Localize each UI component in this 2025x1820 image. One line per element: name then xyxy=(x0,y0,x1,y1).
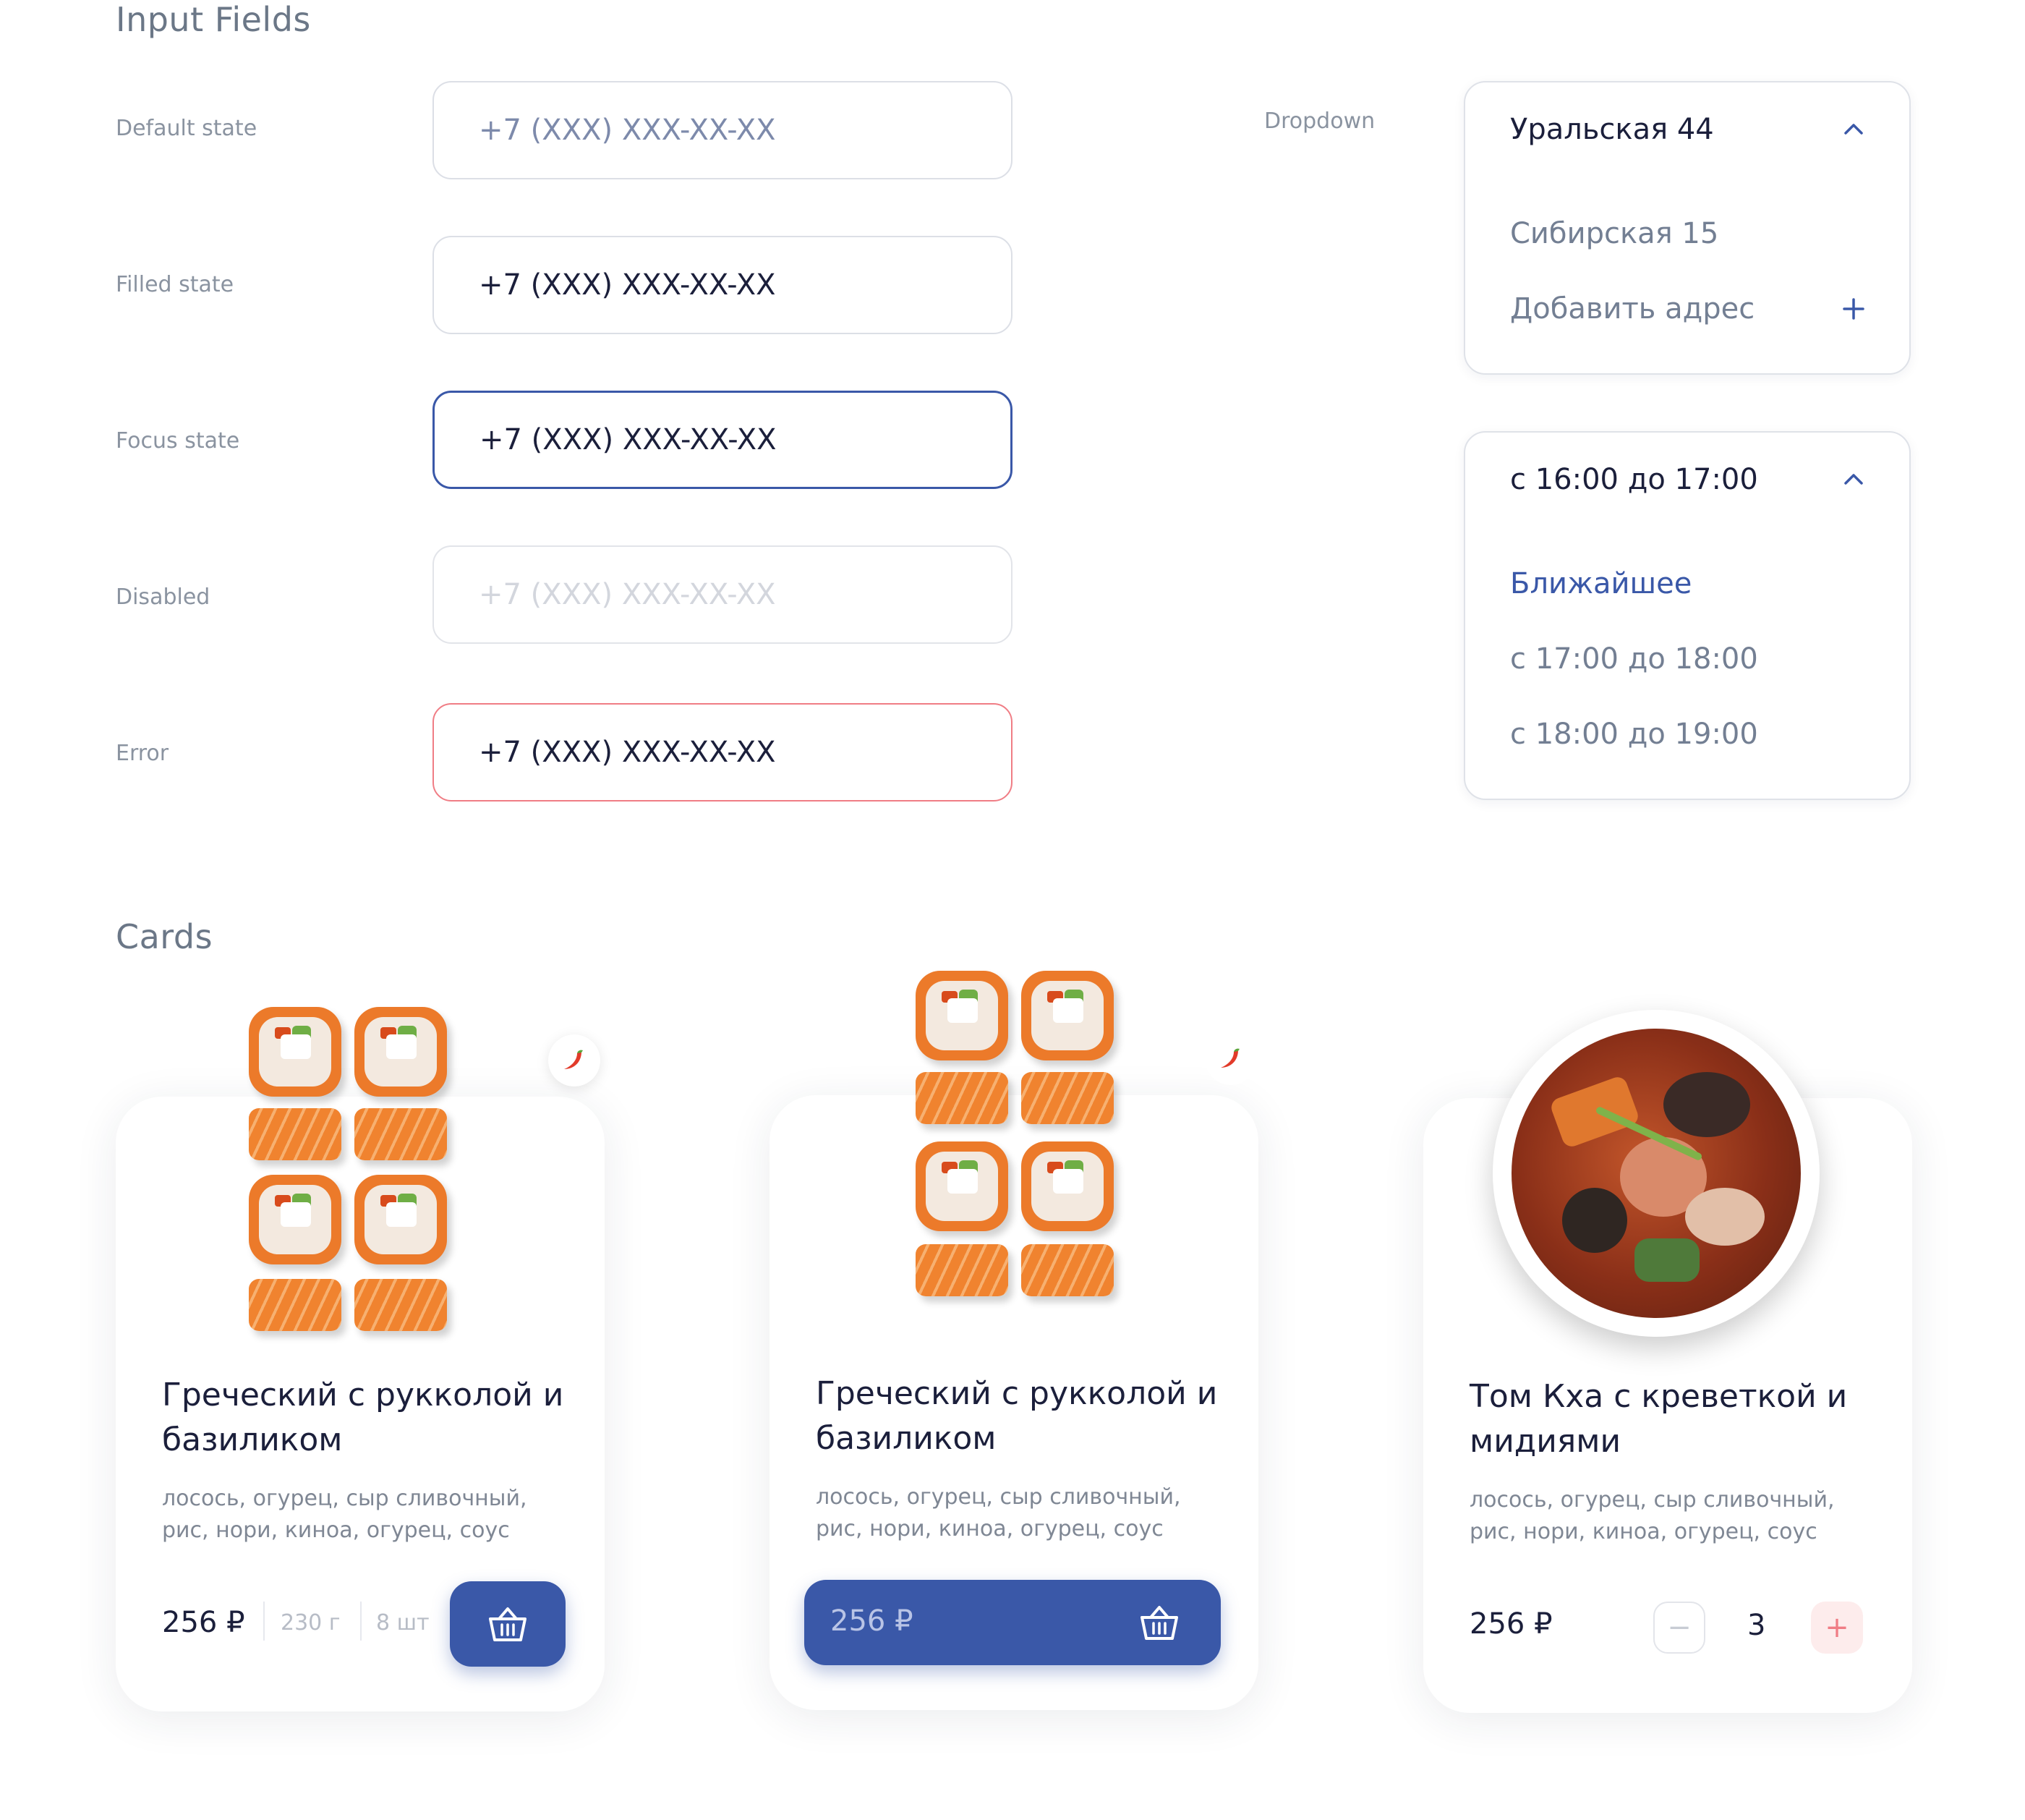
phone-input-focus[interactable]: +7 (XXX) XXX-XX-XX xyxy=(432,391,1012,489)
product-image xyxy=(913,965,1130,1312)
product-title: Греческий с рукколой и базиликом xyxy=(162,1377,564,1458)
plus-icon[interactable] xyxy=(1841,297,1866,321)
time-dropdown[interactable]: с 16:00 до 17:00 Ближайшее с 17:00 до 18… xyxy=(1464,431,1911,800)
phone-input-disabled: +7 (XXX) XXX-XX-XX xyxy=(432,545,1012,644)
increase-quantity-button[interactable]: + xyxy=(1811,1602,1863,1654)
default-state-label: Default state xyxy=(116,116,257,141)
address-dropdown[interactable]: Уральская 44 Сибирская 15 Добавить адрес xyxy=(1464,81,1911,375)
product-price: 256 ₽ xyxy=(1470,1607,1553,1641)
chili-pepper-icon xyxy=(548,1034,600,1087)
phone-input-default[interactable]: +7 (XXX) XXX-XX-XX xyxy=(432,81,1012,179)
phone-input-disabled-text: +7 (XXX) XXX-XX-XX xyxy=(479,578,776,611)
time-option-nearest[interactable]: Ближайшее xyxy=(1510,567,1692,600)
address-option[interactable]: Сибирская 15 xyxy=(1510,217,1718,250)
phone-input-filled-text: +7 (XXX) XXX-XX-XX xyxy=(479,268,776,302)
product-price: 256 ₽ xyxy=(162,1606,245,1639)
divider xyxy=(263,1602,265,1641)
product-description: лосось, огурец, сыр сливочный, рис, нори… xyxy=(816,1484,1181,1542)
product-title: Греческий с рукколой и базиликом xyxy=(816,1375,1218,1457)
product-weight: 230 г xyxy=(281,1610,341,1636)
product-description: лосось, огурец, сыр сливочный, рис, нори… xyxy=(1470,1487,1835,1544)
input-fields-heading: Input Fields xyxy=(116,0,311,39)
add-address-option[interactable]: Добавить адрес xyxy=(1510,292,1755,326)
basket-icon xyxy=(489,1607,526,1641)
focus-state-label: Focus state xyxy=(116,428,240,454)
time-selected[interactable]: с 16:00 до 17:00 xyxy=(1510,463,1758,496)
disabled-state-label: Disabled xyxy=(116,584,210,610)
product-count: 8 шт xyxy=(376,1610,430,1636)
divider xyxy=(360,1602,362,1641)
error-state-label: Error xyxy=(116,741,169,766)
add-to-cart-button[interactable]: 256 ₽ xyxy=(804,1580,1221,1665)
chevron-up-icon[interactable] xyxy=(1841,467,1866,492)
cards-heading: Cards xyxy=(116,917,213,956)
product-image xyxy=(246,1000,463,1340)
time-option[interactable]: с 17:00 до 18:00 xyxy=(1510,642,1758,676)
add-to-cart-button[interactable] xyxy=(450,1581,566,1667)
phone-input-filled[interactable]: +7 (XXX) XXX-XX-XX xyxy=(432,236,1012,334)
phone-input-focus-text: +7 (XXX) XXX-XX-XX xyxy=(479,423,777,456)
product-title: Том Кха с креветкой и мидиями xyxy=(1470,1378,1848,1460)
chevron-up-icon[interactable] xyxy=(1841,117,1866,142)
product-price: 256 ₽ xyxy=(830,1604,913,1638)
chili-pepper-icon xyxy=(1205,1033,1257,1085)
quantity-value: 3 xyxy=(1747,1609,1766,1642)
product-description: лосось, огурец, сыр сливочный, рис, нори… xyxy=(162,1486,527,1543)
time-option[interactable]: с 18:00 до 19:00 xyxy=(1510,718,1758,751)
phone-input-error[interactable]: +7 (XXX) XXX-XX-XX xyxy=(432,703,1012,801)
dropdown-label: Dropdown xyxy=(1264,109,1376,134)
phone-input-error-text: +7 (XXX) XXX-XX-XX xyxy=(479,736,776,769)
phone-input-default-text: +7 (XXX) XXX-XX-XX xyxy=(479,114,776,147)
product-image xyxy=(1493,1010,1820,1337)
address-selected[interactable]: Уральская 44 xyxy=(1510,113,1714,146)
basket-icon xyxy=(1141,1606,1178,1640)
filled-state-label: Filled state xyxy=(116,272,234,297)
decrease-quantity-button[interactable]: − xyxy=(1653,1602,1705,1654)
